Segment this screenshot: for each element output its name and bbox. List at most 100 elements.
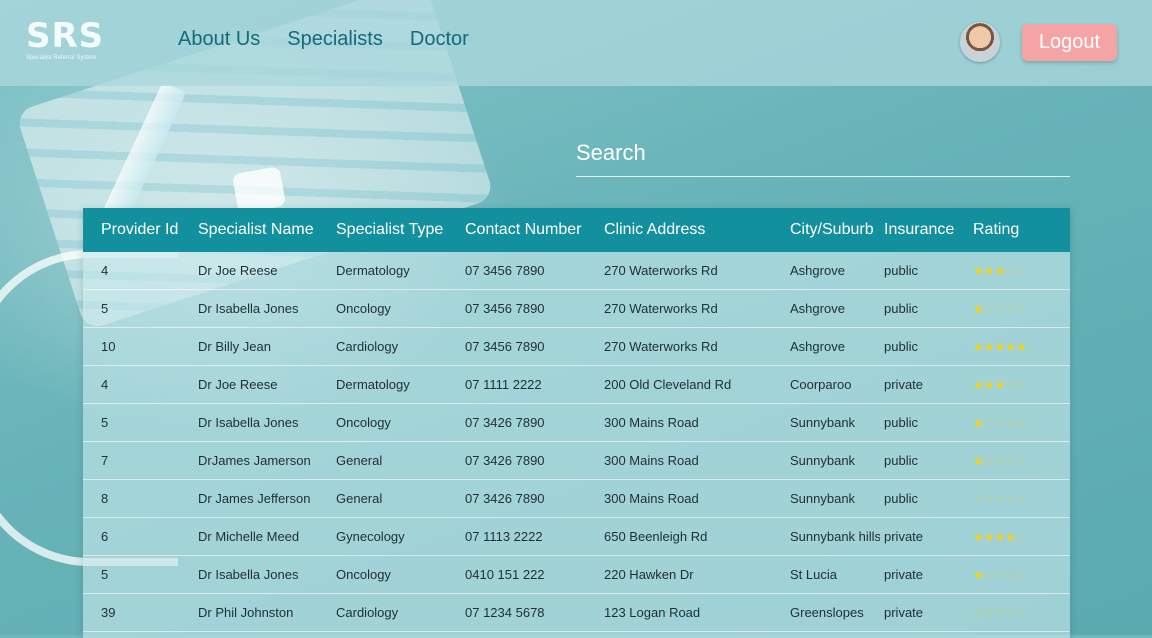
clinic-address-cell: 270 Waterworks Rd — [586, 327, 776, 366]
provider-id-cell: 7 — [83, 441, 180, 480]
filled-star-icon: ★ — [973, 568, 984, 582]
city-suburb-cell: Sunnybank hills — [776, 517, 880, 556]
column-header-insurance[interactable]: Insurance — [880, 208, 969, 252]
filled-star-icon: ★ — [973, 454, 984, 468]
nav-about-us[interactable]: About Us — [178, 28, 260, 51]
star-rating: ★☆☆☆☆ — [973, 568, 1027, 582]
rating-cell: ★★★★☆ — [969, 517, 1070, 556]
provider-id-cell: 8 — [83, 479, 180, 518]
filled-star-icon: ★ — [983, 340, 995, 354]
city-suburb-cell: St Lucia — [776, 555, 880, 594]
table-row[interactable]: 5 Dr Isabella Jones Oncology 0410 151 222 22… — [83, 555, 1070, 594]
empty-star-icon: ☆ — [983, 492, 995, 506]
empty-star-icon: ☆ — [1016, 302, 1027, 316]
table-row[interactable]: 8 Dr James Jefferson General 07 3426 7890 30… — [83, 479, 1070, 518]
table-row[interactable]: 6 Dr Michelle Meed Gynecology 07 1113 2222 6… — [83, 517, 1070, 556]
user-avatar[interactable] — [960, 22, 1000, 62]
nav-specialists[interactable]: Specialists — [287, 28, 383, 51]
rating-cell: ★☆☆☆☆ — [969, 403, 1070, 442]
logout-button[interactable]: Logout — [1022, 24, 1117, 61]
column-header-rating[interactable]: Rating — [969, 208, 1070, 252]
filled-star-icon: ★ — [1005, 530, 1017, 544]
star-rating: ★☆☆☆☆ — [973, 302, 1027, 316]
column-header-specialist-type[interactable]: Specialist Type — [318, 208, 447, 252]
table-row[interactable]: 4 Dr Joe Reese Dermatology 07 3456 7890 270 … — [83, 252, 1070, 290]
provider-id-cell: 6 — [83, 517, 180, 556]
specialist-type-cell: Dermatology — [318, 252, 447, 290]
specialist-type-cell: Oncology — [318, 289, 447, 328]
empty-star-icon: ☆ — [1016, 606, 1027, 620]
table-body: 4 Dr Joe Reese Dermatology 07 3456 7890 270 … — [83, 252, 1070, 632]
contact-number-cell: 07 3426 7890 — [447, 441, 586, 480]
empty-star-icon: ☆ — [1005, 568, 1017, 582]
empty-star-icon: ☆ — [1016, 378, 1027, 392]
rating-cell: ★★★☆☆ — [969, 252, 1070, 290]
table-header-row: Provider Id Specialist Name Specialist T… — [83, 208, 1070, 252]
specialist-name-cell: Dr Phil Johnston — [180, 593, 318, 632]
column-header-clinic-address[interactable]: Clinic Address — [586, 208, 776, 252]
insurance-cell: public — [880, 403, 969, 442]
provider-id-cell: 5 — [83, 555, 180, 594]
table-row[interactable]: 5 Dr Isabella Jones Oncology 07 3456 7890 27… — [83, 289, 1070, 328]
empty-star-icon: ☆ — [1016, 454, 1027, 468]
star-rating: ★★★☆☆ — [973, 378, 1027, 392]
column-header-specialist-name[interactable]: Specialist Name — [180, 208, 318, 252]
contact-number-cell: 07 1113 2222 — [447, 517, 586, 556]
empty-star-icon: ☆ — [1005, 454, 1017, 468]
city-suburb-cell: Greenslopes — [776, 593, 880, 632]
contact-number-cell: 07 3426 7890 — [447, 403, 586, 442]
column-header-contact-number[interactable]: Contact Number — [447, 208, 586, 252]
provider-id-cell: 10 — [83, 327, 180, 366]
search-input[interactable] — [576, 138, 1070, 177]
empty-star-icon: ☆ — [1016, 568, 1027, 582]
table-row[interactable]: 7 DrJames Jamerson General 07 3426 7890 300 … — [83, 441, 1070, 480]
empty-star-icon: ☆ — [1005, 302, 1017, 316]
specialist-type-cell: Dermatology — [318, 365, 447, 404]
city-suburb-cell: Ashgrove — [776, 252, 880, 290]
empty-star-icon: ☆ — [994, 454, 1006, 468]
city-suburb-cell: Coorparoo — [776, 365, 880, 404]
star-rating: ★★★☆☆ — [973, 264, 1027, 278]
specialist-type-cell: Cardiology — [318, 593, 447, 632]
specialist-name-cell: Dr Michelle Meed — [180, 517, 318, 556]
clinic-address-cell: 300 Mains Road — [586, 441, 776, 480]
city-suburb-cell: Sunnybank — [776, 479, 880, 518]
clinic-address-cell: 123 Logan Road — [586, 593, 776, 632]
specialist-name-cell: Dr Isabella Jones — [180, 403, 318, 442]
empty-star-icon: ☆ — [1016, 530, 1027, 544]
rating-cell: ★★★★★ — [969, 327, 1070, 366]
srs-logo[interactable]: SRS Specialist Referral System — [26, 18, 106, 61]
filled-star-icon: ★ — [983, 378, 995, 392]
table-row[interactable]: 5 Dr Isabella Jones Oncology 07 3426 7890 30… — [83, 403, 1070, 442]
clinic-address-cell: 200 Old Cleveland Rd — [586, 365, 776, 404]
star-rating: ★★★★★ — [973, 340, 1027, 354]
table-row[interactable]: 4 Dr Joe Reese Dermatology 07 1111 2222 200 … — [83, 365, 1070, 404]
city-suburb-cell: Sunnybank — [776, 403, 880, 442]
rating-cell: ★☆☆☆☆ — [969, 289, 1070, 328]
nav-doctor[interactable]: Doctor — [410, 28, 469, 51]
empty-star-icon: ☆ — [1005, 492, 1017, 506]
clinic-address-cell: 220 Hawken Dr — [586, 555, 776, 594]
rating-cell: ★☆☆☆☆ — [969, 555, 1070, 594]
table-row[interactable]: 39 Dr Phil Johnston Cardiology 07 1234 5678… — [83, 593, 1070, 632]
table-row[interactable]: 10 Dr Billy Jean Cardiology 07 3456 7890 270… — [83, 327, 1070, 366]
filled-star-icon: ★ — [973, 530, 984, 544]
city-suburb-cell: Ashgrove — [776, 289, 880, 328]
contact-number-cell: 07 3426 7890 — [447, 479, 586, 518]
insurance-cell: public — [880, 479, 969, 518]
rating-cell: ☆☆☆☆☆ — [969, 479, 1070, 518]
empty-star-icon: ☆ — [973, 606, 984, 620]
clinic-address-cell: 270 Waterworks Rd — [586, 289, 776, 328]
empty-star-icon: ☆ — [1005, 378, 1017, 392]
vial-graphic — [231, 166, 287, 214]
empty-star-icon: ☆ — [994, 606, 1006, 620]
column-header-city-suburb[interactable]: City/Suburb — [776, 208, 880, 252]
main-nav: About Us Specialists Doctor — [178, 28, 469, 51]
filled-star-icon: ★ — [1016, 340, 1027, 354]
empty-star-icon: ☆ — [1005, 606, 1017, 620]
empty-star-icon: ☆ — [1016, 492, 1027, 506]
column-header-provider-id[interactable]: Provider Id — [83, 208, 180, 252]
contact-number-cell: 07 1234 5678 — [447, 593, 586, 632]
specialist-name-cell: Dr Isabella Jones — [180, 555, 318, 594]
provider-id-cell: 4 — [83, 252, 180, 290]
